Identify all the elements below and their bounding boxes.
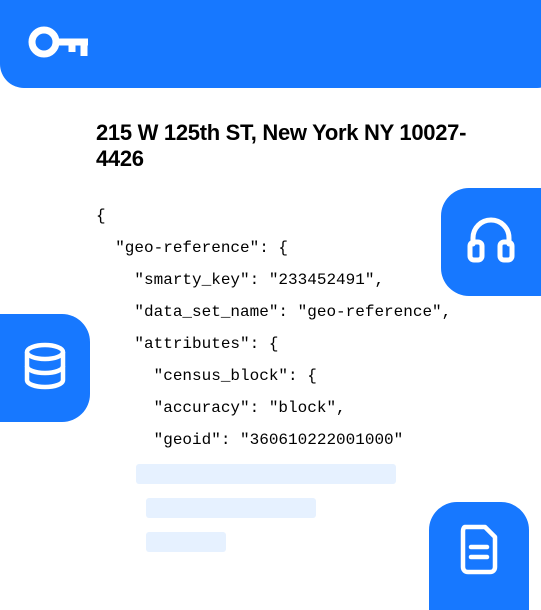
placeholder-bar (146, 532, 226, 552)
code-line: "geoid": "360610222001000" (96, 424, 479, 456)
code-line: "census_block": { (96, 360, 479, 392)
database-badge (0, 314, 90, 422)
code-line: "data_set_name": "geo-reference", (96, 296, 479, 328)
headset-badge (441, 188, 541, 296)
code-line: { (96, 200, 479, 232)
document-icon (455, 521, 503, 582)
placeholder-lines (96, 464, 479, 552)
code-line: "geo-reference": { (96, 232, 479, 264)
code-line: "smarty_key": "233452491", (96, 264, 479, 296)
address-heading: 215 W 125th ST, New York NY 10027-4426 (96, 120, 479, 172)
key-icon (28, 22, 96, 67)
code-line: "attributes": { (96, 328, 479, 360)
headset-icon (463, 212, 519, 273)
top-banner (0, 0, 541, 88)
json-code-block: { "geo-reference": { "smarty_key": "2334… (96, 200, 479, 552)
placeholder-bar (136, 464, 396, 484)
placeholder-bar (146, 498, 316, 518)
database-icon (19, 340, 71, 397)
code-line: "accuracy": "block", (96, 392, 479, 424)
